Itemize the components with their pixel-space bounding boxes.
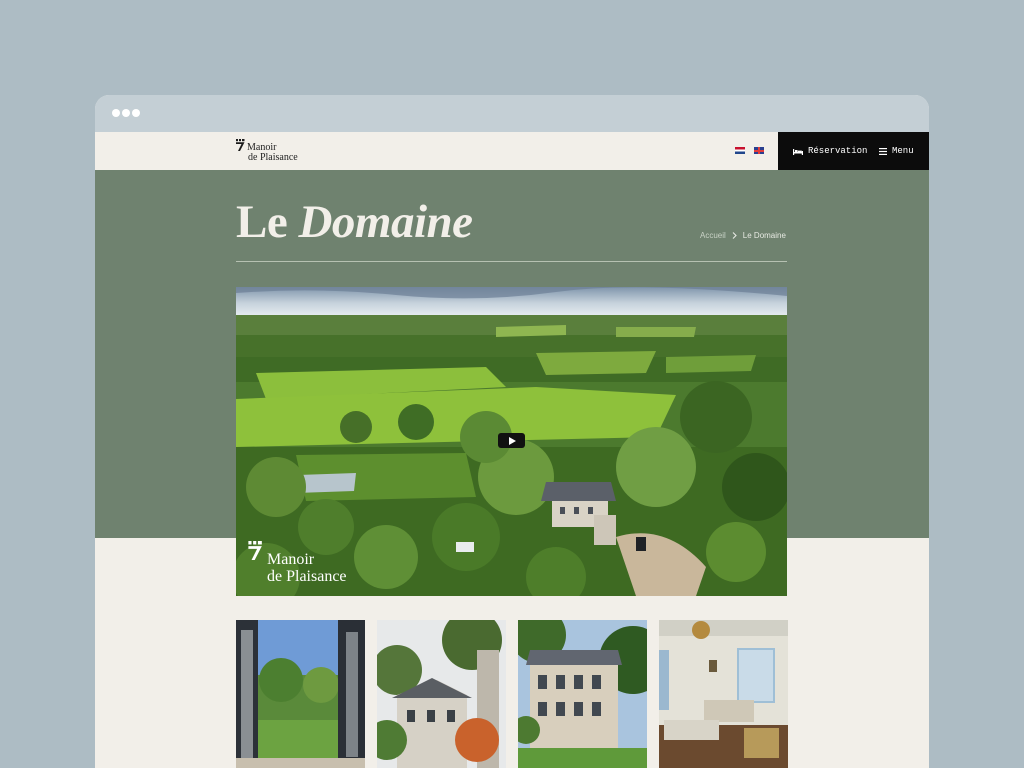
page-title-italic: Domaine (298, 196, 473, 248)
breadcrumb-current: Le Domaine (742, 231, 786, 240)
gallery-thumb-manor-facade[interactable] (518, 620, 647, 768)
chevron-right-icon (732, 232, 737, 239)
brand-mark-icon (236, 139, 245, 151)
flag-nl-icon[interactable] (735, 147, 745, 154)
hero-divider (236, 261, 787, 262)
site-header: Manoir de Plaisance Réservation Menu (95, 132, 929, 170)
gallery-thumb-manor-towers[interactable] (377, 620, 506, 768)
brand-mark-icon (248, 541, 262, 560)
manor-facade-image (518, 620, 647, 768)
breadcrumb-home-link[interactable]: Accueil (700, 231, 726, 240)
bed-icon (793, 148, 803, 155)
gallery-thumb-window-view[interactable] (236, 620, 365, 768)
window-dot-icon (112, 109, 120, 117)
language-switcher (735, 147, 764, 154)
window-dot-icon (132, 109, 140, 117)
gallery-thumb-salon[interactable] (659, 620, 788, 768)
video-logo-wordmark: Manoir de Plaisance (267, 551, 347, 585)
reservation-button[interactable]: Réservation (793, 146, 867, 156)
browser-window: Manoir de Plaisance Réservation Menu Le … (95, 95, 929, 768)
manor-towers-image (377, 620, 506, 768)
nav-bar: Réservation Menu (778, 132, 929, 170)
menu-button[interactable]: Menu (879, 146, 914, 156)
domain-video[interactable]: Manoir de Plaisance (236, 287, 787, 596)
breadcrumb: Accueil Le Domaine (700, 231, 786, 240)
menu-label: Menu (892, 146, 914, 156)
play-button-icon[interactable] (498, 433, 525, 448)
page-title: Le Domaine (236, 195, 473, 249)
reservation-label: Réservation (808, 146, 868, 156)
logo-line-2: de Plaisance (248, 152, 298, 163)
window-dot-icon (122, 109, 130, 117)
video-logo-line-2: de Plaisance (267, 568, 347, 585)
flag-uk-icon[interactable] (754, 147, 764, 154)
window-view-image (236, 620, 365, 768)
hamburger-icon (879, 147, 887, 155)
logo-wordmark: Manoir de Plaisance (247, 143, 298, 163)
video-logo-line-1: Manoir (267, 551, 315, 568)
page-title-plain: Le (236, 196, 288, 248)
salon-interior-image (659, 620, 788, 768)
browser-chrome (95, 95, 929, 132)
